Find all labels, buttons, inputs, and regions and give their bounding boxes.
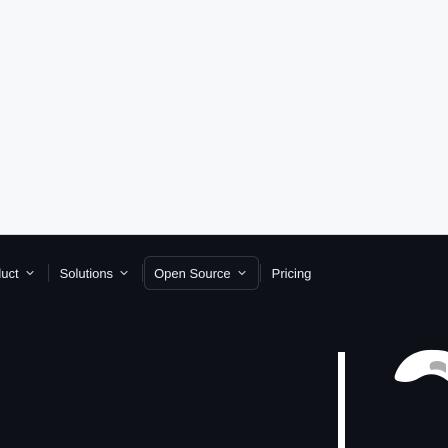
nav-item-open-source[interactable]: Open Source (144, 256, 259, 290)
chevron-down-icon (237, 268, 249, 280)
nav-item-open-source-label: Open Source (154, 265, 231, 281)
hero-vertical-bar-icon (338, 352, 345, 448)
nav-separator (259, 264, 261, 282)
nav-item-solutions[interactable]: Solutions (50, 256, 141, 290)
hero-decoration (0, 290, 448, 448)
nav-item-pricing[interactable]: Pricing (262, 256, 322, 290)
header-navigation: duct Solutions Open Source (0, 256, 448, 290)
page: duct Solutions Open Source (0, 0, 448, 448)
nav-separator (47, 264, 49, 282)
top-content-area (0, 0, 448, 235)
nav-item-solutions-label: Solutions (59, 265, 114, 281)
nav-item-pricing-label: Pricing (271, 265, 312, 281)
hero-graphic-icon (338, 349, 448, 448)
nav-item-product[interactable]: duct (0, 256, 47, 290)
top-preview-panel (10, 12, 438, 218)
nav-separator (142, 264, 144, 282)
chevron-down-icon (25, 268, 37, 280)
nav-item-product-label: duct (0, 265, 19, 281)
chevron-down-icon (119, 268, 131, 280)
